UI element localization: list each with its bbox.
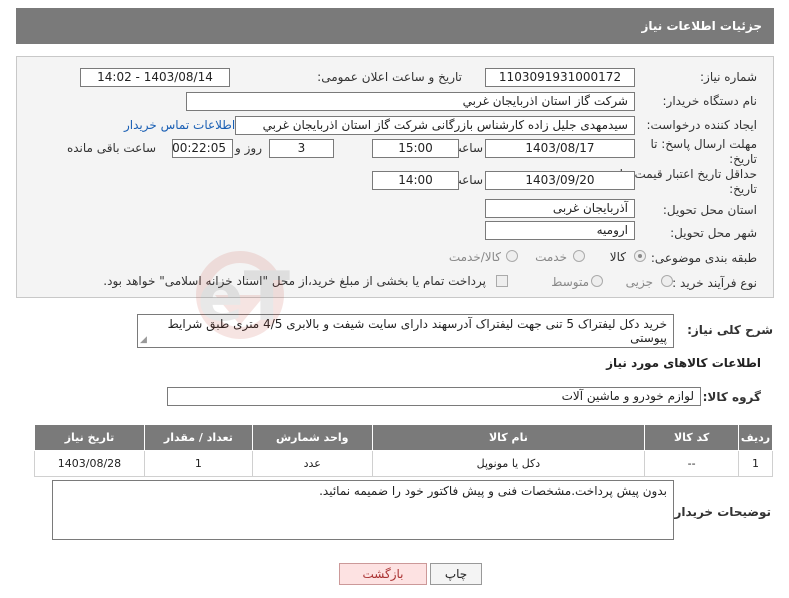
col-code: کد کالا	[644, 424, 740, 451]
validity-date-label: تاریخ:	[729, 182, 757, 196]
validity-time-field: 14:00	[372, 171, 459, 190]
need-number-label: شماره نیاز:	[700, 70, 757, 84]
cell-code: --	[644, 450, 740, 477]
col-name: نام کالا	[371, 424, 646, 451]
deadline-label: مهلت ارسال پاسخ: تا	[650, 137, 757, 151]
announce-field: 1403/08/14 - 14:02	[80, 68, 230, 87]
category-label: طبقه بندی موضوعی:	[650, 251, 757, 265]
days-label: روز و	[235, 141, 262, 155]
print-button[interactable]: چاپ	[430, 563, 482, 585]
province-field: آذربایجان غربی	[485, 199, 635, 218]
category-radio-service[interactable]	[573, 250, 585, 262]
cell-name: دکل یا مونوپل	[371, 450, 646, 477]
description-text: خرید دکل لیفتراک 5 تنی جهت لیفتراک آدرسه…	[167, 317, 667, 345]
resize-handle-icon[interactable]: ◢	[140, 335, 147, 345]
remaining-label: ساعت باقی مانده	[66, 141, 156, 155]
page-title: جزئیات اطلاعات نیاز	[641, 19, 762, 33]
buyer-contact-link[interactable]: اطلاعات تماس خریدار	[124, 118, 235, 132]
goods-table-header: ردیف کد کالا نام کالا واحد شمارش تعداد /…	[34, 424, 773, 451]
category-option-goods: کالا	[609, 250, 626, 264]
deadline-time-field: 15:00	[372, 139, 459, 158]
treasury-note: پرداخت تمام یا بخشی از مبلغ خرید،از محل …	[103, 274, 486, 288]
goods-table: ردیف کد کالا نام کالا واحد شمارش تعداد /…	[34, 424, 773, 477]
cell-unit: عدد	[251, 450, 373, 477]
validity-date-field: 1403/09/20	[485, 171, 635, 190]
goods-group-label: گروه کالا:	[702, 390, 761, 404]
purchase-label: نوع فرآیند خرید :	[672, 276, 757, 290]
cell-row: 1	[738, 450, 773, 477]
buyer-org-field: شرکت گاز استان اذربایجان غربي	[186, 92, 635, 111]
buyer-org-label: نام دستگاه خریدار:	[662, 94, 758, 108]
purchase-option-minor: جزیی	[625, 275, 653, 289]
col-date: تاریخ نیاز	[34, 424, 145, 451]
purchase-radio-medium[interactable]	[591, 275, 603, 287]
remaining-time-field: 00:22:05	[172, 139, 233, 158]
goods-section-title: اطلاعات کالاهای مورد نیاز	[606, 356, 761, 370]
cell-date: 1403/08/28	[34, 450, 145, 477]
deadline-date-label: تاریخ:	[729, 152, 757, 166]
province-label: استان محل تحویل:	[662, 203, 757, 217]
announce-label: تاریخ و ساعت اعلان عمومی:	[317, 70, 462, 84]
notes-text: بدون پیش پرداخت.مشخصات فنی و پیش فاکتور …	[319, 484, 667, 498]
purchase-option-medium: متوسط	[551, 275, 589, 289]
description-label: شرح کلی نیاز:	[687, 323, 773, 337]
back-button[interactable]: بازگشت	[339, 563, 427, 585]
table-row: 1 -- دکل یا مونوپل عدد 1 1403/08/28	[34, 450, 773, 477]
notes-label: توضیحات خریدار:	[669, 505, 771, 519]
deadline-date-field: 1403/08/17	[485, 139, 635, 158]
city-field: ارومیه	[485, 221, 635, 240]
category-radio-goods-service[interactable]	[506, 250, 518, 262]
notes-field: بدون پیش پرداخت.مشخصات فنی و پیش فاکتور …	[52, 480, 674, 540]
col-qty: تعداد / مقدار	[143, 424, 253, 451]
col-unit: واحد شمارش	[251, 424, 373, 451]
days-field: 3	[269, 139, 334, 158]
category-option-service: خدمت	[535, 250, 567, 264]
creator-label: ایجاد کننده درخواست:	[646, 118, 757, 132]
city-label: شهر محل تحویل:	[670, 226, 757, 240]
category-radio-goods[interactable]	[634, 250, 646, 262]
validity-label: حداقل تاریخ اعتبار قیمت: تا	[619, 167, 757, 181]
description-field: خرید دکل لیفتراک 5 تنی جهت لیفتراک آدرسه…	[137, 314, 674, 348]
col-row: ردیف	[738, 424, 773, 451]
goods-group-field: لوازم خودرو و ماشین آلات	[167, 387, 701, 406]
creator-field: سیدمهدی جلیل زاده کارشناس بازرگانی شرکت …	[235, 116, 635, 135]
cell-qty: 1	[143, 450, 253, 477]
purchase-radio-minor[interactable]	[661, 275, 673, 287]
category-option-goods-service: کالا/خدمت	[448, 250, 501, 264]
page-header: جزئیات اطلاعات نیاز	[16, 8, 774, 44]
need-number-field: 1103091931000172	[485, 68, 635, 87]
treasury-checkbox[interactable]	[496, 275, 508, 287]
